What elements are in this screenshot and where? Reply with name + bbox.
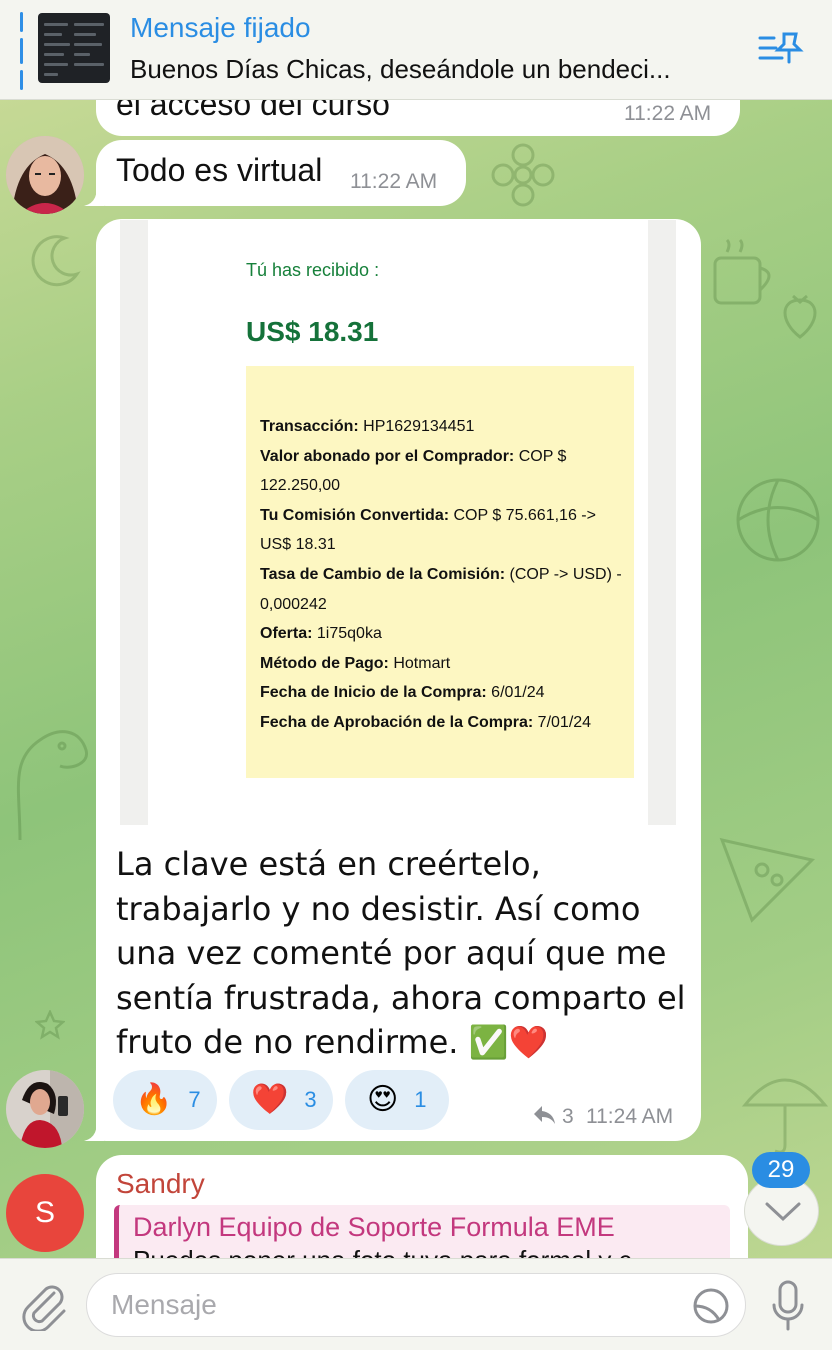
- reply-arrow-icon[interactable]: [532, 1104, 556, 1126]
- reaction-fire[interactable]: 🔥 7: [113, 1070, 217, 1130]
- receipt-page: Tú has recibido : US$ 18.31 Transacción:…: [148, 220, 648, 825]
- message-time: 11:24 AM: [586, 1105, 674, 1128]
- doodle-flower-icon: [491, 143, 555, 207]
- avatar-initial: S: [34, 1196, 55, 1229]
- microphone-icon[interactable]: [770, 1279, 806, 1333]
- receipt-row: Método de Pago: Hotmart: [260, 654, 451, 672]
- receipt-row: Fecha de Aprobación de la Compra: 7/01/2…: [260, 713, 592, 731]
- doodle-umbrella-icon: [741, 1078, 829, 1154]
- doodle-dino-icon: [16, 730, 88, 841]
- reaction-count: 3: [304, 1087, 317, 1112]
- receipt-row: Transacción: HP1629134451: [260, 418, 475, 435]
- sticker-icon[interactable]: [691, 1286, 731, 1326]
- reaction-count: 1: [414, 1087, 427, 1112]
- receipt-amount: US$ 18.31: [246, 316, 379, 347]
- unread-badge: 29: [752, 1152, 810, 1188]
- receipt-row: Fecha de Inicio de la Compra: 6/01/24: [260, 684, 545, 702]
- message-time: 11:22 AM: [624, 102, 712, 125]
- bubble-tail: [84, 1115, 104, 1141]
- reply-count[interactable]: 3: [562, 1105, 574, 1129]
- doodle-strawberry-icon: [783, 294, 817, 339]
- paperclip-icon[interactable]: [20, 1281, 68, 1331]
- reply-author: Darlyn Equipo de Soporte Formula EME: [133, 1212, 615, 1242]
- chevron-down-icon: [765, 1202, 801, 1222]
- avatar[interactable]: [6, 136, 84, 214]
- doodle-cup-icon: [713, 238, 771, 305]
- reply-quote[interactable]: Darlyn Equipo de Soporte Formula EME Pue…: [114, 1205, 730, 1258]
- message-text: Todo es virtual: [116, 152, 323, 188]
- message-caption: La clave está en creértelo, trabajarlo y…: [116, 845, 686, 1061]
- heart-eyes-icon: 😍: [367, 1082, 399, 1117]
- doodle-star-icon: [35, 1010, 65, 1040]
- pinned-message-bar[interactable]: Mensaje fijado Buenos Días Chicas, deseá…: [0, 0, 832, 100]
- receipt-row: Valor abonado por el Comprador: COP $ 12…: [260, 447, 567, 495]
- reaction-count: 7: [188, 1087, 201, 1112]
- pin-list-icon[interactable]: [756, 28, 804, 72]
- message-composer: [0, 1258, 832, 1350]
- sender-name[interactable]: Sandry: [116, 1168, 205, 1200]
- message-time: 11:22 AM: [350, 170, 438, 193]
- receipt-details-box: Transacción: HP1629134451 Valor abonado …: [246, 366, 634, 778]
- doodle-ball-icon: [736, 478, 820, 562]
- avatar[interactable]: [6, 1070, 84, 1148]
- doodle-pizza-icon: [719, 837, 815, 923]
- pinned-preview-text: Buenos Días Chicas, deseándole un bendec…: [130, 54, 671, 84]
- message-input-box[interactable]: [86, 1273, 746, 1337]
- avatar-sandry[interactable]: S: [6, 1174, 84, 1252]
- pinned-indicator: [20, 12, 24, 90]
- receipt-image[interactable]: Tú has recibido : US$ 18.31 Transacción:…: [120, 220, 676, 825]
- pinned-thumbnail: [38, 13, 110, 83]
- receipt-row: Oferta: 1i75q0ka: [260, 625, 382, 643]
- receipt-label: Tú has recibido :: [246, 260, 380, 280]
- receipt-details: Transacción: HP1629134451 Valor abonado …: [260, 412, 626, 738]
- pinned-title: Mensaje fijado: [130, 12, 311, 43]
- reply-text: Puedes poner una foto tuya para formal y…: [133, 1245, 632, 1258]
- receipt-row: Tasa de Cambio de la Comisión: (COP -> U…: [260, 565, 622, 613]
- message-input[interactable]: [111, 1282, 671, 1328]
- reaction-heart[interactable]: ❤️ 3: [229, 1070, 333, 1130]
- heart-icon: ❤️: [251, 1082, 289, 1117]
- doodle-moon-icon: [31, 235, 81, 287]
- receipt-row: Tu Comisión Convertida: COP $ 75.661,16 …: [260, 506, 596, 554]
- fire-icon: 🔥: [135, 1082, 173, 1117]
- reaction-heart-eyes[interactable]: 😍 1: [345, 1070, 449, 1130]
